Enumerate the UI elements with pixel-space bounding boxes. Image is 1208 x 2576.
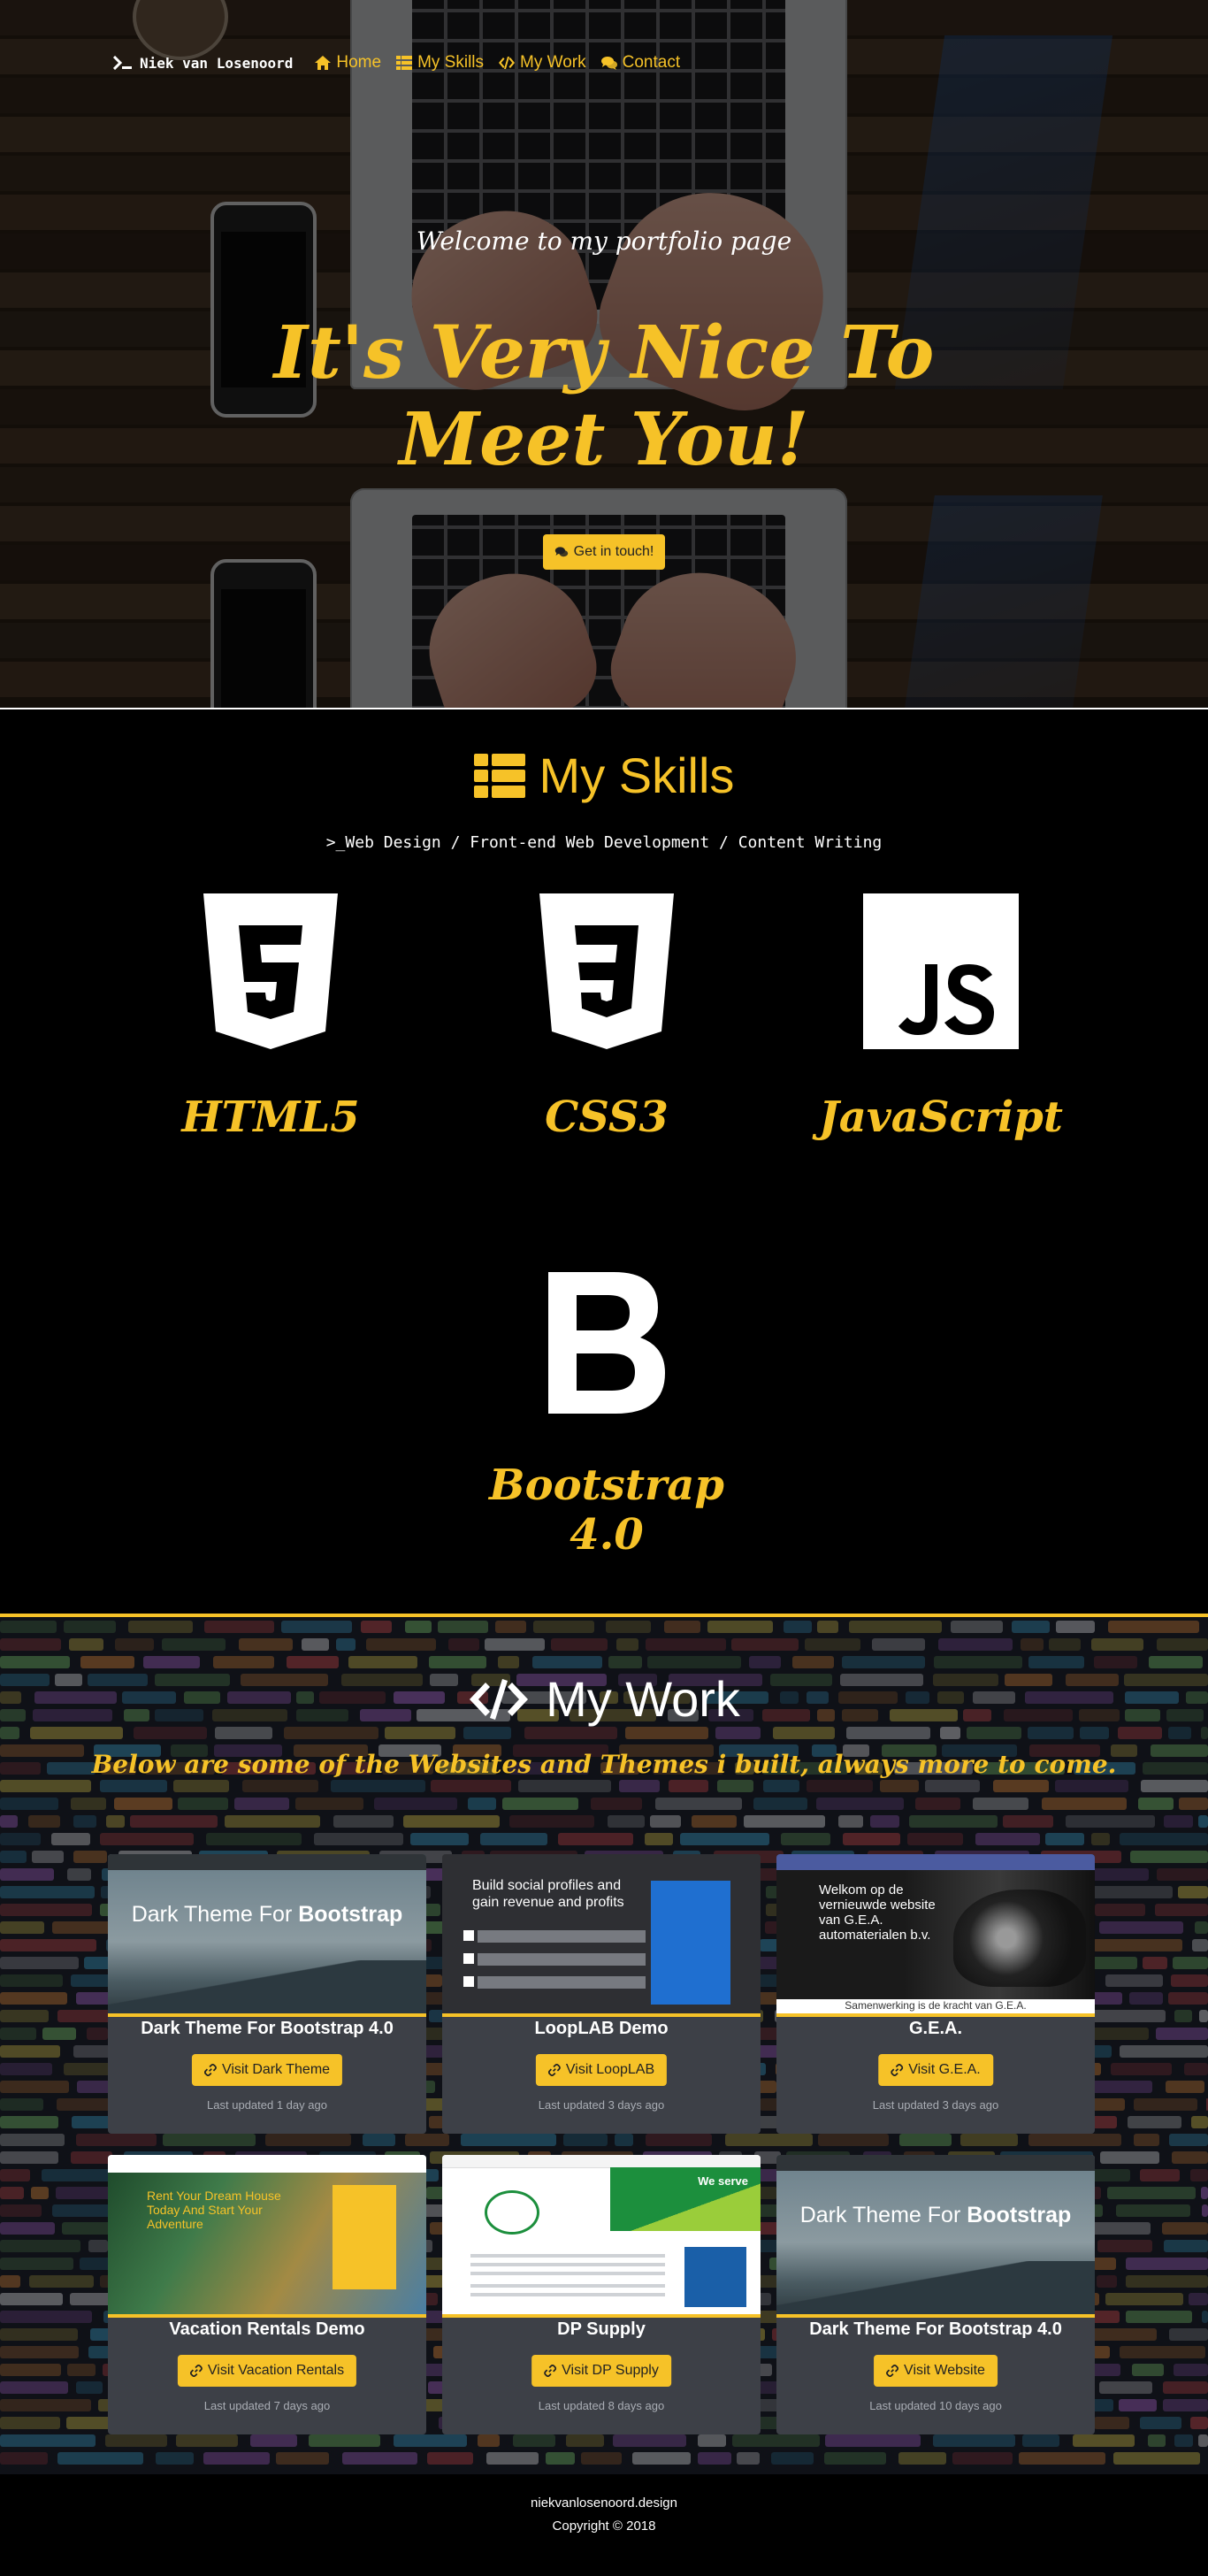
- skill-name: JavaScript: [819, 1092, 1063, 1142]
- thumbnail-heading: We serve: [698, 2174, 748, 2188]
- code-icon: [470, 1678, 529, 1720]
- project-card: We serve DP Supply Visit DP Supply Last …: [442, 2155, 761, 2434]
- site-footer: niekvanlosenoord.design Copyright © 2018: [0, 2474, 1208, 2576]
- project-thumbnail[interactable]: Welkom op de vernieuwde website van G.E.…: [776, 1854, 1095, 2017]
- visit-project-button[interactable]: Visit Vacation Rentals: [177, 2355, 357, 2387]
- skill-name: Bootstrap 4.0: [489, 1460, 724, 1560]
- list-icon: [396, 56, 413, 70]
- skill-html5: HTML5: [138, 893, 403, 1142]
- top-navbar: Niek van Losenoord Home My Skills My Wor…: [113, 50, 694, 76]
- last-updated: Last updated 8 days ago: [538, 2399, 665, 2412]
- skill-css3: CSS3: [474, 893, 739, 1142]
- project-title: Dark Theme For Bootstrap 4.0: [141, 2019, 394, 2038]
- hero-title: It's Very Nice To Meet You!: [273, 310, 935, 482]
- work-subtitle: Below are some of the Websites and Theme…: [91, 1750, 1117, 1779]
- project-thumbnail[interactable]: We serve: [442, 2155, 761, 2318]
- thumbnail-footer: Samenwerking is de kracht van G.E.A.: [776, 1999, 1095, 2013]
- project-thumbnail[interactable]: Dark Theme For Bootstrap: [108, 1854, 426, 2017]
- project-thumbnail[interactable]: Build social profiles and gain revenue a…: [442, 1854, 761, 2017]
- work-section: My Work Below are some of the Websites a…: [0, 1614, 1208, 2478]
- visit-project-label: Visit Website: [904, 2363, 985, 2378]
- thumbnail-heading: Welkom op de vernieuwde website van G.E.…: [819, 1882, 936, 1943]
- skills-title: My Skills: [539, 748, 735, 803]
- work-title: My Work: [546, 1671, 740, 1727]
- get-in-touch-label: Get in touch!: [573, 544, 654, 559]
- link-icon: [547, 2064, 561, 2076]
- project-title: G.E.A.: [908, 2019, 962, 2038]
- nav-contact[interactable]: Contact: [600, 53, 680, 73]
- project-card: Dark Theme For Bootstrap Dark Theme For …: [776, 2155, 1095, 2434]
- thumbnail-heading: Dark Theme For Bootstrap: [799, 2203, 1072, 2227]
- bootstrap-icon: [548, 1272, 665, 1414]
- skills-heading: My Skills: [0, 747, 1208, 804]
- visit-project-label: Visit G.E.A.: [908, 2062, 981, 2077]
- project-title: Dark Theme For Bootstrap 4.0: [809, 2319, 1062, 2339]
- skill-name: HTML5: [181, 1092, 360, 1142]
- thumbnail-heading: Build social profiles and gain revenue a…: [472, 1878, 624, 1910]
- skills-subtitle: >_Web Design / Front-end Web Development…: [325, 833, 883, 852]
- brand-link[interactable]: Niek van Losenoord: [113, 55, 293, 72]
- project-title: Vacation Rentals Demo: [169, 2319, 365, 2339]
- project-card: Rent Your Dream House Today And Start Yo…: [108, 2155, 426, 2434]
- last-updated: Last updated 3 days ago: [538, 2098, 665, 2112]
- visit-project-button[interactable]: Visit Dark Theme: [191, 2054, 343, 2086]
- footer-copyright: Copyright © 2018: [552, 2518, 656, 2534]
- skill-bootstrap: Bootstrap 4.0: [474, 1269, 739, 1560]
- project-card: Welkom op de vernieuwde website van G.E.…: [776, 1854, 1095, 2134]
- last-updated: Last updated 7 days ago: [203, 2399, 331, 2412]
- comments-icon: [554, 547, 568, 557]
- home-icon: [315, 56, 332, 70]
- nav-my-work-label: My Work: [520, 53, 586, 72]
- visit-project-label: Visit LoopLAB: [565, 2062, 655, 2077]
- last-updated: Last updated 3 days ago: [872, 2098, 999, 2112]
- css3-icon: [539, 893, 674, 1049]
- link-icon: [886, 2365, 899, 2377]
- last-updated: Last updated 10 days ago: [869, 2399, 1002, 2412]
- footer-domain: niekvanlosenoord.design: [531, 2496, 677, 2511]
- link-icon: [544, 2365, 557, 2377]
- visit-project-button[interactable]: Visit DP Supply: [531, 2355, 671, 2387]
- nav-my-skills[interactable]: My Skills: [395, 53, 484, 73]
- project-title: DP Supply: [557, 2319, 646, 2339]
- project-card: Dark Theme For Bootstrap Dark Theme For …: [108, 1854, 426, 2134]
- link-icon: [203, 2064, 217, 2076]
- project-thumbnail[interactable]: Rent Your Dream House Today And Start Yo…: [108, 2155, 426, 2318]
- comments-icon: [600, 57, 617, 70]
- skill-javascript: JavaScript: [808, 893, 1074, 1142]
- nav-home[interactable]: Home: [314, 53, 381, 73]
- hero-section: Niek van Losenoord Home My Skills My Wor…: [0, 0, 1208, 708]
- skill-name: CSS3: [545, 1092, 669, 1142]
- nav-contact-label: Contact: [622, 53, 681, 72]
- skills-section: My Skills >_Web Design / Front-end Web D…: [0, 708, 1208, 1615]
- project-thumbnail[interactable]: Dark Theme For Bootstrap: [776, 2155, 1095, 2318]
- thumbnail-heading: Dark Theme For Bootstrap: [131, 1902, 403, 1927]
- thumbnail-heading: Rent Your Dream House Today And Start Yo…: [147, 2189, 281, 2231]
- javascript-icon: [863, 893, 1019, 1049]
- hero-welcome-text: Welcome to my portfolio page: [416, 226, 792, 256]
- work-heading: My Work: [0, 1670, 1208, 1728]
- nav-my-skills-label: My Skills: [417, 53, 485, 72]
- nav-my-work[interactable]: My Work: [498, 53, 586, 73]
- list-icon: [473, 753, 525, 798]
- visit-project-button[interactable]: Visit LoopLAB: [535, 2054, 668, 2086]
- get-in-touch-button[interactable]: Get in touch!: [543, 534, 665, 570]
- visit-project-button[interactable]: Visit Website: [874, 2355, 998, 2387]
- link-icon: [891, 2064, 904, 2076]
- visit-project-button[interactable]: Visit G.E.A.: [878, 2054, 993, 2086]
- brand-name: Niek van Losenoord: [140, 54, 294, 72]
- last-updated: Last updated 1 day ago: [207, 2098, 327, 2112]
- project-card: Build social profiles and gain revenue a…: [442, 1854, 761, 2134]
- code-icon: [499, 57, 516, 69]
- project-title: LoopLAB Demo: [534, 2019, 669, 2038]
- link-icon: [189, 2365, 203, 2377]
- visit-project-label: Visit Vacation Rentals: [207, 2363, 345, 2378]
- html5-icon: [203, 893, 338, 1049]
- visit-project-label: Visit DP Supply: [562, 2363, 659, 2378]
- visit-project-label: Visit Dark Theme: [221, 2062, 331, 2077]
- terminal-icon: [113, 56, 132, 70]
- nav-home-label: Home: [336, 53, 382, 72]
